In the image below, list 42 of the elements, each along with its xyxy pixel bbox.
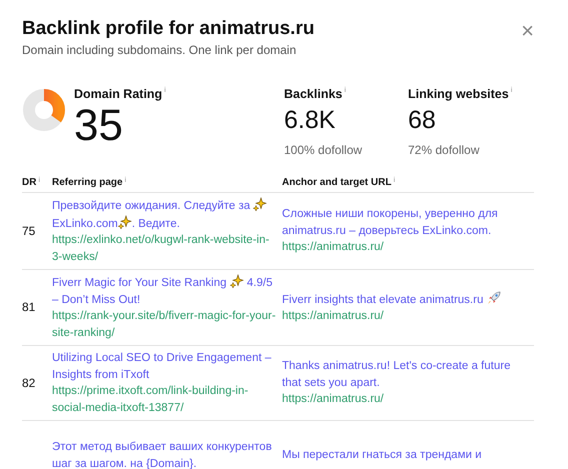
dialog-subtitle: Domain including subdomains. One link per domain <box>22 43 298 57</box>
domain-rating-value: 75 <box>22 222 36 240</box>
sparkle-icon <box>230 274 244 288</box>
info-icon[interactable]: i <box>124 177 126 188</box>
anchor-text-link[interactable]: Fiverr insights that elevate animatrus.ru <box>282 290 528 308</box>
anchor-text-link[interactable]: Сложные ниши покорены, уверенно для animatrus.ru – доверьтесь ExLinko.com. <box>282 206 528 240</box>
sparkle-icon <box>118 214 132 228</box>
info-icon[interactable]: i <box>38 177 40 188</box>
info-icon[interactable]: i <box>344 87 346 95</box>
column-header[interactable]: Anchor and target URL <box>282 177 392 188</box>
referring-page-link[interactable]: Этот метод выбивает ваших конкурентов шаг за шагом. на {Domain}. <box>52 439 276 469</box>
dialog-title: Backlink profile for animatrus.ru <box>22 17 314 41</box>
referring-page-url[interactable]: https://prime.itxoft.com/link-building-in-social-media-itxoft-13877/ <box>52 383 276 416</box>
stat-label: Backlinks <box>284 87 342 101</box>
referring-page-url[interactable]: https://rank-your.site/b/fiverr-magic-for-your-site-ranking/ <box>52 308 276 341</box>
stat-value: 6.8K <box>284 105 336 135</box>
stat-value: 35 <box>74 103 124 149</box>
stat-note: 72% dofollow <box>408 143 480 157</box>
column-header[interactable]: Referring page <box>52 177 123 188</box>
stat-note: 100% dofollow <box>284 143 364 157</box>
column-header[interactable]: DR <box>22 177 36 188</box>
anchor-text-link[interactable]: Thanks animatrus.ru! Let's co-create a future that sets you apart. <box>282 358 528 392</box>
domain-rating-value: 81 <box>22 299 36 316</box>
domain-rating-value: 82 <box>22 374 36 392</box>
anchor-text-link[interactable]: Мы перестали гнаться за трендами и <box>282 447 528 464</box>
stat-label: Domain Rating <box>74 87 162 101</box>
target-url[interactable]: https://animatrus.ru/ <box>282 239 528 256</box>
target-url[interactable]: https://animatrus.ru/ <box>282 391 528 408</box>
close-button[interactable]: × <box>521 20 534 42</box>
stat-label: Linking websites <box>408 87 509 101</box>
referring-page-link[interactable]: Превзойдите ожидания. Следуйте за ExLinko.com . Ведите. <box>52 197 276 232</box>
referring-page-link[interactable]: Utilizing Local SEO to Drive Engagement – Insights from iTxoft <box>52 350 276 383</box>
info-icon[interactable]: i <box>164 87 166 95</box>
info-icon[interactable]: i <box>510 87 512 95</box>
rating-donut-chart <box>22 88 66 132</box>
referring-page-link[interactable]: Fiverr Magic for Your Site Ranking 4.9/5 – Don’t Miss Out! <box>52 274 276 308</box>
rocket-icon <box>486 290 501 304</box>
sparkle-icon <box>253 197 268 211</box>
referring-page-url[interactable]: https://exlinko.net/o/kugwl-rank-website-in-3-weeks/ <box>52 232 276 265</box>
target-url[interactable]: https://animatrus.ru/ <box>282 308 528 324</box>
stat-value: 68 <box>408 105 437 135</box>
info-icon[interactable]: i <box>393 177 396 188</box>
